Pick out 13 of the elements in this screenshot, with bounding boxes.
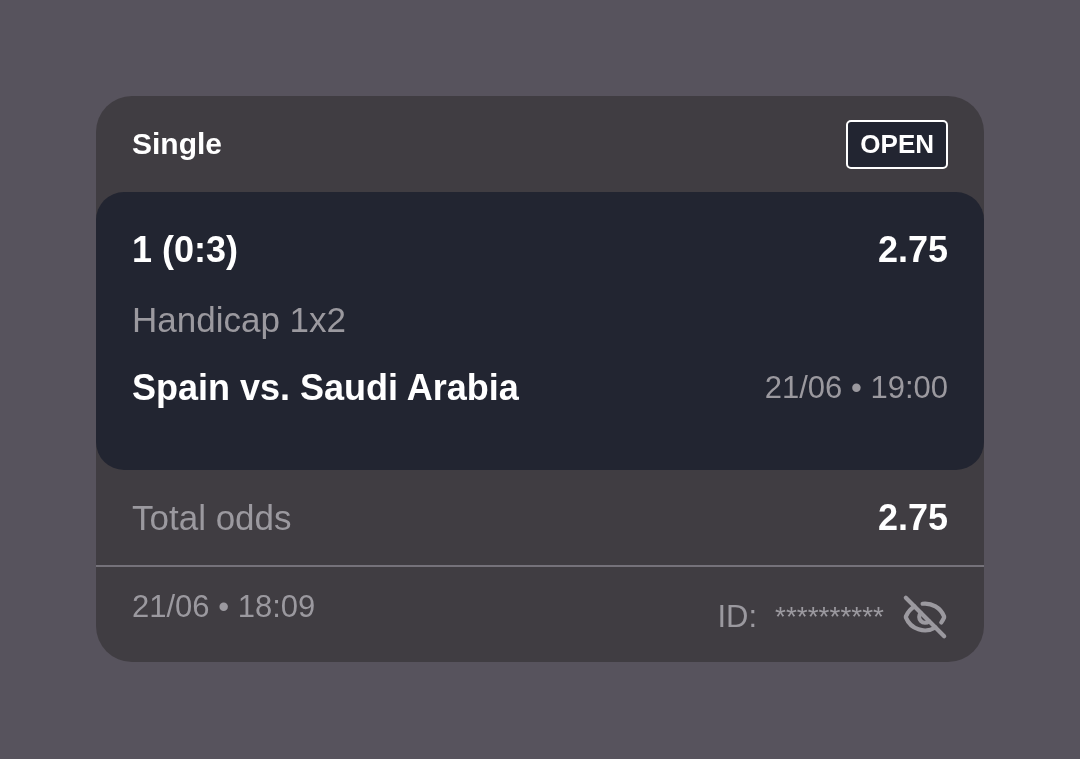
selection-pick: 1 (0:3) <box>132 228 239 272</box>
id-value: ********** <box>775 600 884 634</box>
id-label: ID: <box>717 598 758 636</box>
total-odds-label: Total odds <box>132 496 292 539</box>
event-name: Spain vs. Saudi Arabia <box>132 366 519 410</box>
total-odds-value: 2.75 <box>877 495 948 540</box>
bet-type: Single <box>132 126 222 162</box>
status-badge: OPEN <box>846 119 948 169</box>
event-time: 21/06 • 19:00 <box>764 369 948 407</box>
eye-slash-icon[interactable] <box>902 594 948 640</box>
placed-time: 21/06 • 18:09 <box>132 588 316 626</box>
market-name: Handicap 1x2 <box>132 299 347 341</box>
selection-odds: 2.75 <box>877 228 948 272</box>
